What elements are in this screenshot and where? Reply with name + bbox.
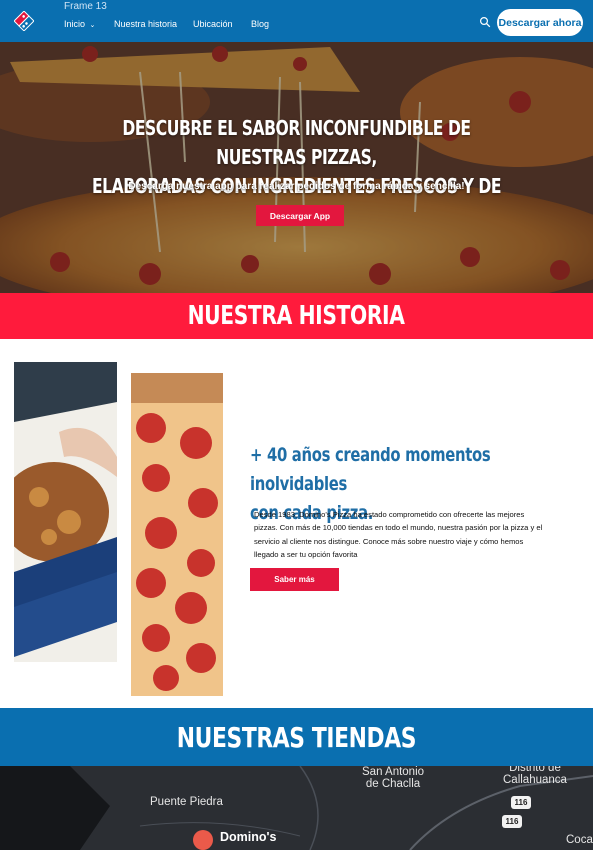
- historia-body: Desde 1983, Domino's Pizza ha estado com…: [254, 510, 543, 559]
- map-label-callahuanca: Distrito de Callahuanca: [503, 766, 567, 786]
- map-label-line: Callahuanca: [503, 774, 567, 786]
- learn-more-button[interactable]: Saber más: [250, 568, 339, 591]
- top-navbar: Frame 13 Inicio ⌄ Nuestra historia Ubica…: [0, 0, 593, 42]
- pizza-box-image: [14, 362, 117, 662]
- road-shield-116: 116: [502, 815, 522, 828]
- map-label-coca: Coca: [566, 834, 593, 846]
- nav-item-inicio[interactable]: Inicio ⌄: [64, 19, 95, 29]
- download-app-button[interactable]: Descargar App: [256, 205, 344, 226]
- hero-title-line-1: DESCUBRE EL SABOR INCONFUNDIBLE DE NUEST…: [122, 116, 471, 169]
- search-icon[interactable]: [479, 16, 491, 28]
- nav-item-label: Inicio: [64, 19, 86, 29]
- store-pin-icon[interactable]: [193, 830, 213, 850]
- nav-item-ubicacion[interactable]: Ubicación: [193, 19, 233, 29]
- store-pin-label[interactable]: Domino's: [220, 830, 276, 844]
- map-label-line: San Antonio: [362, 766, 425, 778]
- tiendas-heading: NUESTRAS TIENDAS: [176, 720, 417, 754]
- pepperoni-pizza-image: [131, 373, 223, 696]
- nav-item-nuestra-historia[interactable]: Nuestra historia: [114, 19, 177, 29]
- dominos-logo-icon[interactable]: [14, 11, 34, 31]
- map-label-line: de Chaclla: [365, 778, 421, 790]
- road-shield-116: 116: [511, 796, 531, 809]
- historia-title-line-1: + 40 años creando momentos inolvidables: [250, 444, 491, 495]
- frame-label: Frame 13: [64, 1, 107, 12]
- map-label-line: Distrito de: [509, 766, 561, 774]
- hero-section: DESCUBRE EL SABOR INCONFUNDIBLE DE NUEST…: [0, 42, 593, 293]
- nav-item-blog[interactable]: Blog: [251, 19, 269, 29]
- download-now-button[interactable]: Descargar ahora: [497, 9, 583, 36]
- historia-heading: NUESTRA HISTORIA: [188, 301, 405, 331]
- map-label-san-antonio: San Antonio de Chaclla: [362, 766, 424, 790]
- chevron-down-icon: ⌄: [89, 22, 96, 29]
- hero-subtitle: Descarga nuestra app para realizar pedid…: [128, 181, 465, 192]
- map-label-puente-piedra: Puente Piedra: [150, 796, 223, 808]
- historia-heading-band: NUESTRA HISTORIA: [0, 293, 593, 339]
- tiendas-heading-band: NUESTRAS TIENDAS: [0, 708, 593, 766]
- stores-map[interactable]: San Antonio de Chaclla Distrito de Calla…: [0, 766, 593, 850]
